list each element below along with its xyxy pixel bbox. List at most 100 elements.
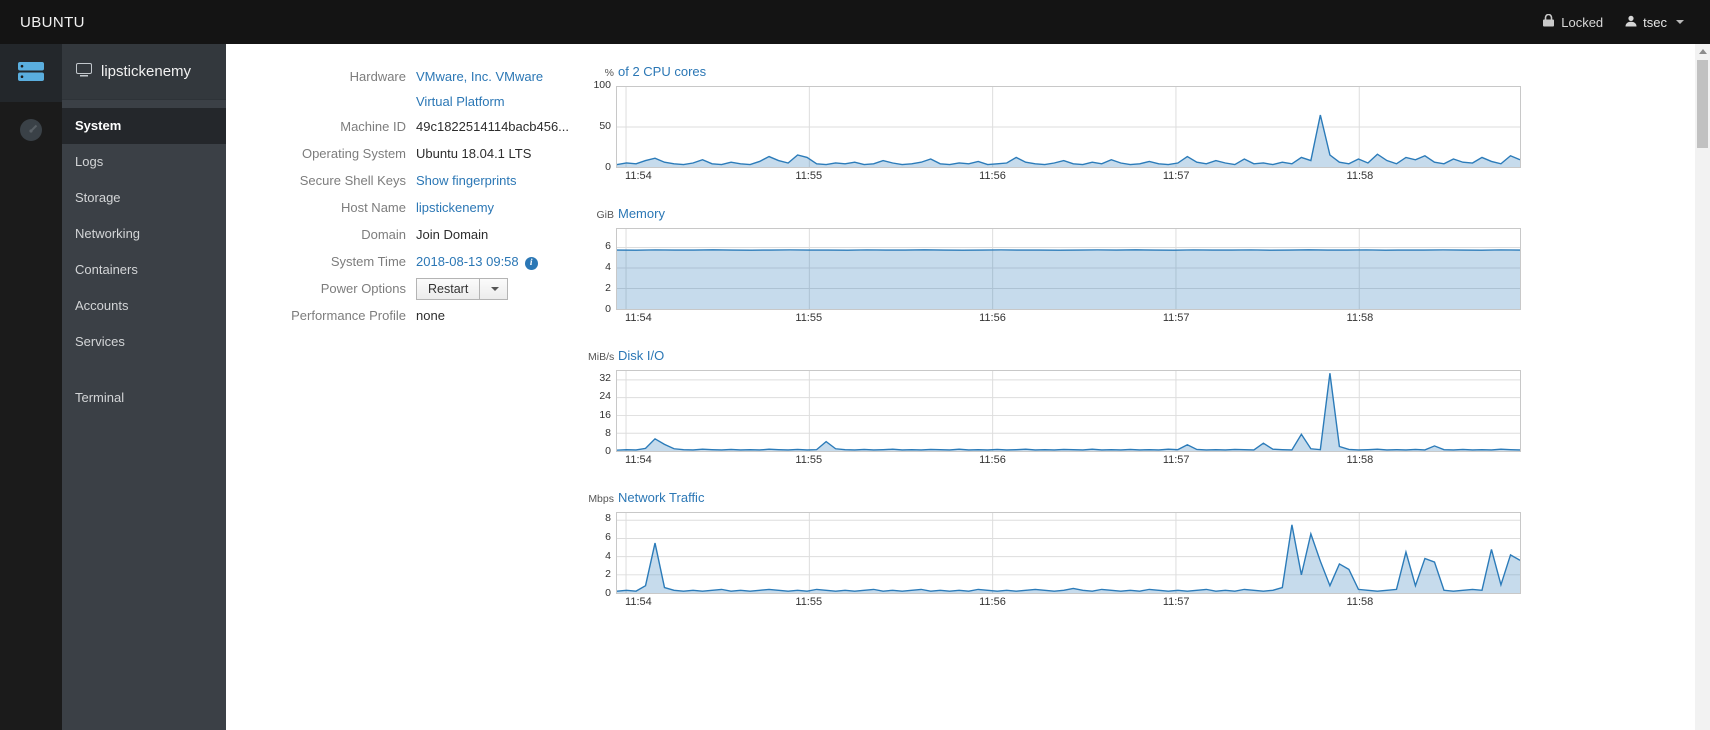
chart-unit-label: MiB/s [588,351,615,363]
sidebar-hostname[interactable]: lipstickenemy [62,44,226,100]
main-content: Hardware VMware, Inc. VMware Virtual Plat… [226,44,1710,730]
y-tick-label: 16 [599,408,611,421]
host-icon [76,62,92,81]
chart-header: Mbps Network Traffic [588,490,1521,510]
info-row-power-options: Power Options Restart [246,276,588,303]
sidebar-item-services[interactable]: Services [62,324,226,360]
info-value: 2018-08-13 09:58 i [416,249,538,275]
info-text-performance-profile: none [416,308,445,323]
y-tick-label: 0 [605,303,611,315]
chart-header: GiB Memory [588,206,1521,226]
chevron-down-icon [491,287,500,291]
info-value: Ubuntu 18.04.1 LTS [416,141,531,167]
user-menu[interactable]: tsec [1625,15,1684,30]
y-tick-label: 50 [599,120,611,132]
locked-label: Locked [1561,14,1604,30]
info-link-secure-shell-keys[interactable]: Show fingerprints [416,168,516,193]
sidebar-item-accounts[interactable]: Accounts [62,288,226,324]
info-action-domain[interactable]: Join Domain [416,227,488,242]
user-icon [1625,15,1637,30]
info-row-secure-shell-keys: Secure Shell Keys Show fingerprints [246,168,588,195]
topbar-right: Locked tsec [1543,13,1710,30]
chart-plot-area [616,512,1521,594]
x-tick-label: 11:54 [625,454,652,466]
info-circle-icon[interactable]: i [524,257,538,270]
chart-header: % of 2 CPU cores [588,64,1521,84]
chart-plot-area [616,370,1521,452]
y-axis-labels: 0 8 16 24 32 [588,370,616,457]
x-tick-label: 11:56 [979,454,1006,466]
x-tick-label: 11:57 [1162,454,1190,466]
chart-disk-i-o: MiB/s Disk I/O 0 8 16 24 32 11:54 11:55 11:56 11:5… [588,348,1521,469]
chart-unit-label: Mbps [588,493,614,505]
x-tick-label: 11:58 [1346,170,1374,182]
y-tick-label: 6 [605,239,611,252]
chart-title-link[interactable]: Network Traffic [618,490,704,505]
sidebar-item-containers[interactable]: Containers [62,252,226,288]
info-label: Hardware [349,69,406,84]
info-link-hardware[interactable]: VMware, Inc. VMware Virtual Platform [416,64,568,114]
chart-unit-label: GiB [596,209,614,221]
y-axis-labels: 0 2 4 6 8 [588,512,616,599]
scrollbar-thumb[interactable] [1697,60,1708,148]
x-tick-label: 11:55 [795,170,823,182]
x-tick-label: 11:57 [1162,312,1190,324]
info-value: Restart [416,276,509,302]
chart-title-link[interactable]: of 2 CPU cores [618,64,706,79]
info-link-system-time[interactable]: 2018-08-13 09:58 [416,249,519,274]
chart-header: MiB/s Disk I/O [588,348,1521,368]
chart-plot-area [616,86,1521,168]
app-strip-item-dashboard[interactable] [0,102,62,160]
y-tick-label: 8 [605,512,611,525]
chart-body: 0 8 16 24 32 [588,370,1521,457]
restart-button[interactable]: Restart [416,278,481,300]
info-link-host-name[interactable]: lipstickenemy [416,195,494,220]
scroll-up-arrow[interactable] [1695,44,1710,59]
x-axis-labels: 11:54 11:55 11:56 11:57 11:58 [616,594,1521,611]
y-tick-label: 0 [605,445,611,457]
x-tick-label: 11:54 [625,312,652,324]
charts-column: % of 2 CPU cores 0 50 100 11:54 11:55 11:56 11:5… [588,44,1521,730]
x-tick-label: 11:58 [1346,312,1374,324]
chart-unit-label: % [604,67,614,79]
info-value: lipstickenemy [416,195,494,221]
chevron-down-icon [1676,20,1684,24]
sidebar-item-logs[interactable]: Logs [62,144,226,180]
info-label: Power Options [320,281,406,296]
scrollbar[interactable] [1695,44,1710,730]
sidebar-item-networking[interactable]: Networking [62,216,226,252]
y-axis-labels: 0 2 4 6 [588,228,616,315]
app-strip [0,44,62,730]
locked-button[interactable]: Locked [1543,13,1604,30]
info-value: 49c1822514114bacb456... [416,114,569,140]
y-tick-label: 2 [605,568,611,581]
chart-title-link[interactable]: Memory [618,206,665,221]
info-row-performance-profile: Performance Profile none [246,303,588,330]
y-tick-label: 24 [599,390,611,403]
y-tick-label: 2 [605,281,611,294]
info-value: Show fingerprints [416,168,516,194]
sidebar-item-terminal[interactable]: Terminal [62,380,226,416]
sidebar-item-storage[interactable]: Storage [62,180,226,216]
y-tick-label: 6 [605,531,611,544]
info-label: Domain [361,227,406,242]
app-strip-item-host[interactable] [0,44,62,102]
info-value: none [416,303,445,329]
chart-of-2-cpu-cores: % of 2 CPU cores 0 50 100 11:54 11:55 11:56 11:5… [588,64,1521,185]
chart-body: 0 50 100 [588,79,1521,173]
x-axis-labels: 11:54 11:55 11:56 11:57 11:58 [616,452,1521,469]
info-label: Host Name [340,200,406,215]
sidebar-item-system[interactable]: System [62,108,226,144]
chart-title-link[interactable]: Disk I/O [618,348,664,363]
y-tick-label: 4 [605,260,611,273]
sidebar: lipstickenemy System Logs Storage Networkin… [62,44,226,730]
server-icon [18,62,44,84]
y-tick-label: 0 [605,161,611,173]
chart-memory: GiB Memory 0 2 4 6 11:54 11:55 11:56 11:57 11:58 [588,206,1521,327]
info-value: VMware, Inc. VMware Virtual Platform [416,64,568,114]
y-tick-label: 32 [599,372,611,385]
info-value: Join Domain [416,222,488,248]
power-options-caret-button[interactable] [480,278,509,300]
chart-body: 0 2 4 6 8 [588,512,1521,599]
x-tick-label: 11:58 [1346,454,1374,466]
